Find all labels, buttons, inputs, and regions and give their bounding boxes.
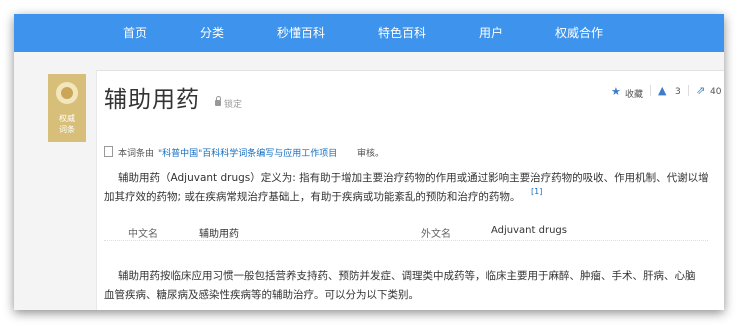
credit-suffix: 审核。 bbox=[357, 149, 385, 159]
body-line1: 辅助用药按临床应用习惯一般包括营养支持药、预防并发症、调理类中成药等，临床主要用… bbox=[118, 270, 696, 282]
foreign-name-value: Adjuvant drugs bbox=[491, 225, 567, 236]
badge-emblem-icon bbox=[56, 82, 78, 104]
info-divider bbox=[104, 240, 708, 241]
star-icon[interactable]: ★ bbox=[611, 86, 621, 97]
definition-line2: 加其疗效的药物; 或在疾病常规治疗基础上，有助于疾病或功能紊乱的预防和治疗的药物… bbox=[104, 191, 521, 203]
browser-viewport: 首页 分类 秒懂百科 特色百科 用户 权威合作 bbox=[14, 14, 724, 310]
share-icon[interactable]: ⇗ bbox=[696, 85, 705, 96]
like-count[interactable]: 3 bbox=[675, 87, 681, 97]
page-title: 辅助用药 bbox=[104, 87, 200, 113]
action-divider bbox=[650, 85, 651, 96]
nav-category[interactable]: 分类 bbox=[200, 26, 224, 40]
document-icon bbox=[104, 146, 113, 157]
lock-label: 锁定 bbox=[224, 100, 243, 110]
nav-user[interactable]: 用户 bbox=[479, 26, 503, 40]
credit-prefix: 本词条由 bbox=[118, 149, 155, 159]
badge-line1: 权威 bbox=[59, 114, 75, 123]
badge-line2: 词条 bbox=[59, 125, 75, 134]
nav-featured[interactable]: 特色百科 bbox=[378, 26, 426, 40]
definition-line1: 辅助用药（Adjuvant drugs）定义为: 指有助于增加主要治疗药物的作用… bbox=[118, 172, 709, 184]
lock-icon bbox=[215, 96, 221, 106]
thumbs-up-icon[interactable]: ▲ bbox=[658, 85, 666, 96]
foreign-name-label: 外文名 bbox=[421, 229, 451, 240]
credit-link[interactable]: "科普中国"百科科学词条编写与应用工作项目 bbox=[158, 146, 337, 159]
favorite-label[interactable]: 收藏 bbox=[625, 87, 643, 100]
nav-authority[interactable]: 权威合作 bbox=[555, 26, 603, 40]
body-line2: 血管疾病、糖尿病及感染性疾病等的辅助治疗。可以分为以下类别。 bbox=[104, 289, 419, 301]
nav-miaodong[interactable]: 秒懂百科 bbox=[277, 26, 325, 40]
reference-link[interactable]: [1] bbox=[531, 187, 542, 196]
action-divider bbox=[688, 85, 689, 96]
share-count[interactable]: 40 bbox=[710, 87, 721, 97]
cn-name-label: 中文名 bbox=[128, 229, 158, 240]
nav-home[interactable]: 首页 bbox=[123, 26, 147, 40]
authority-badge: 权威 词条 bbox=[48, 74, 86, 142]
cn-name-value: 辅助用药 bbox=[199, 229, 239, 240]
top-nav: 首页 分类 秒懂百科 特色百科 用户 权威合作 bbox=[14, 14, 724, 52]
